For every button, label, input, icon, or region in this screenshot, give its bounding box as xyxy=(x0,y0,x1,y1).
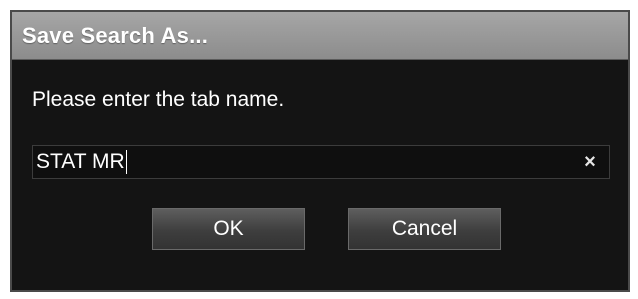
save-search-dialog: Save Search As... Please enter the tab n… xyxy=(10,10,630,292)
ok-button[interactable]: OK xyxy=(152,208,305,250)
tab-name-value: STAT MR xyxy=(36,150,125,173)
dialog-title: Save Search As... xyxy=(22,22,209,48)
dialog-body: Please enter the tab name. STAT MR × OK … xyxy=(12,60,628,290)
cancel-button[interactable]: Cancel xyxy=(348,208,501,250)
dialog-titlebar[interactable]: Save Search As... xyxy=(12,12,628,60)
text-caret xyxy=(125,150,127,174)
close-icon[interactable]: × xyxy=(579,150,601,174)
prompt-text: Please enter the tab name. xyxy=(32,88,285,111)
tab-name-input[interactable]: STAT MR × xyxy=(32,145,610,179)
